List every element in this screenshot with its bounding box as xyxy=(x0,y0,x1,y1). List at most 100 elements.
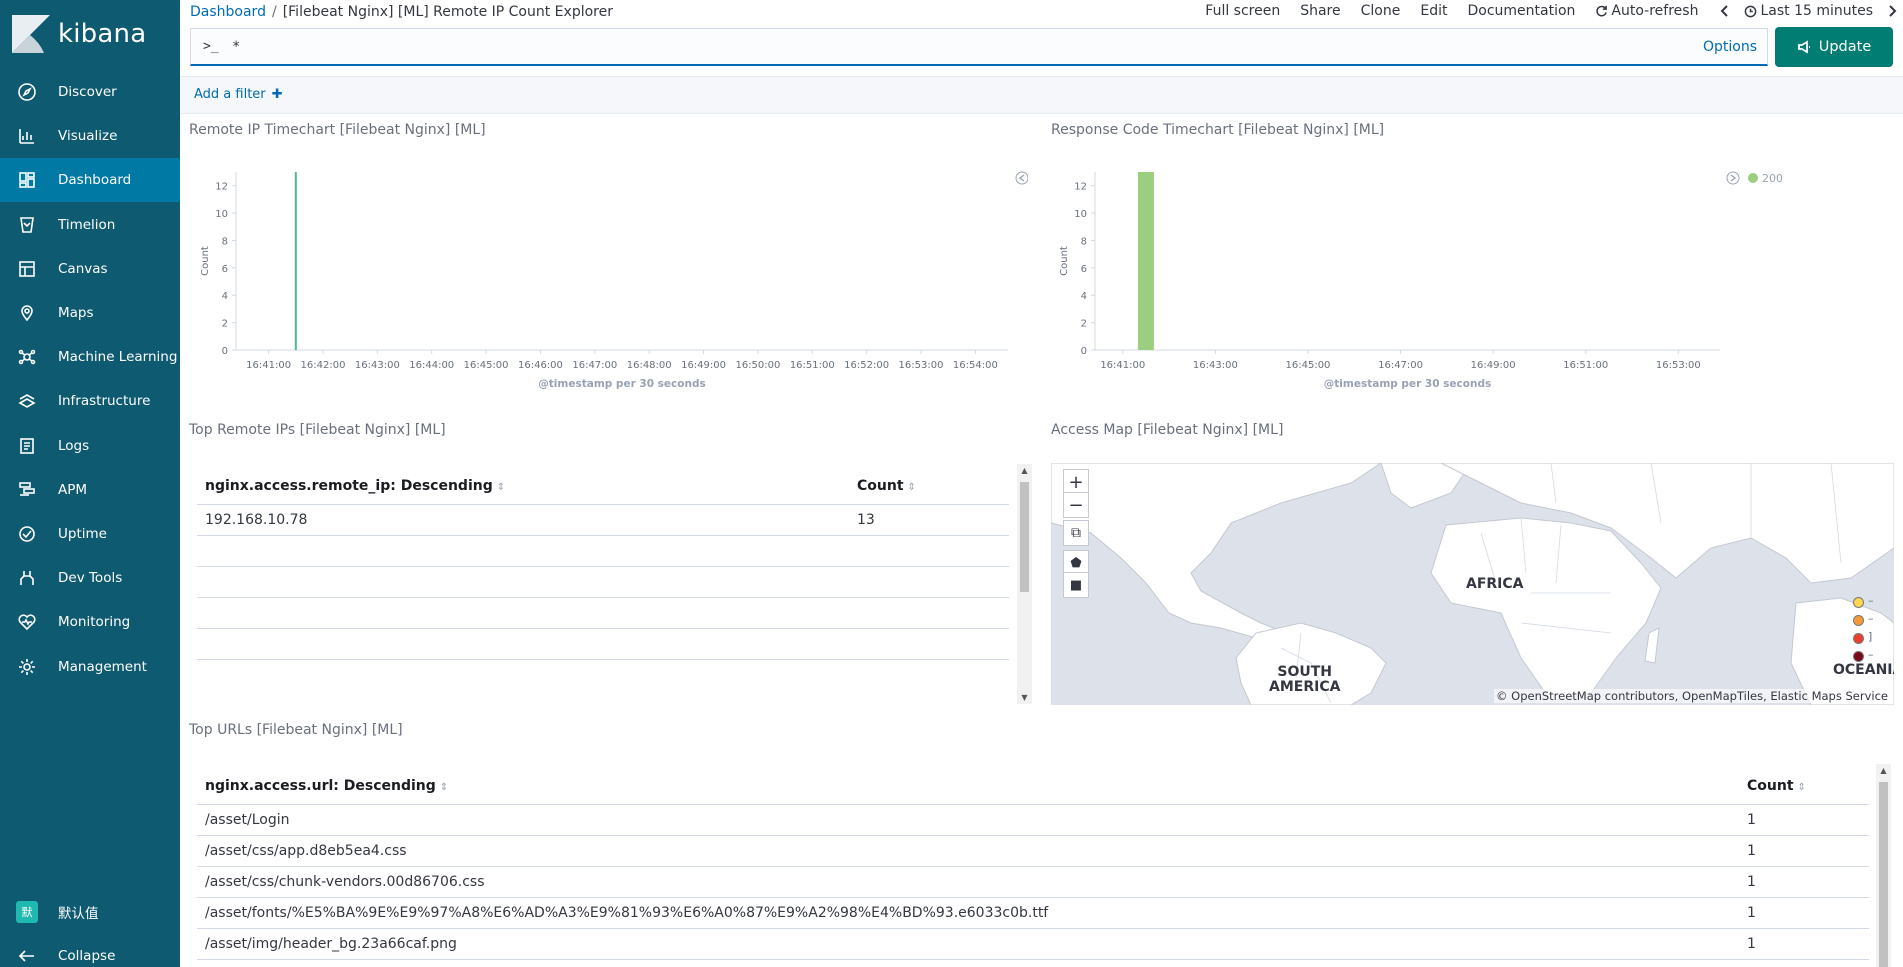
sidebar-item-canvas[interactable]: Canvas xyxy=(0,247,180,291)
breadcrumb: Dashboard / [Filebeat Nginx] [ML] Remote I… xyxy=(190,4,613,20)
share-button[interactable]: Share xyxy=(1300,3,1340,19)
top-urls-scrollbar[interactable]: ▲ xyxy=(1876,764,1891,967)
access-map[interactable]: + − ⧉ ⬟ ■ AFRICA SOUTH AMERICA OCEANIA –… xyxy=(1051,463,1894,705)
scroll-up-arrow[interactable]: ▲ xyxy=(1876,766,1891,775)
table-cell: 1 xyxy=(1747,905,1756,921)
machine-learning-icon xyxy=(16,346,38,368)
legend-toggle-icon xyxy=(1726,171,1740,185)
sort-icon: ⇕ xyxy=(439,781,449,793)
table-cell: 13 xyxy=(857,512,875,528)
map-label-oceania: OCEANIA xyxy=(1833,662,1894,678)
legend-swatch xyxy=(1853,651,1864,662)
column-header[interactable]: Count ⇕ xyxy=(849,478,1009,494)
apm-icon xyxy=(16,479,38,501)
sidebar-item-timelion[interactable]: Timelion xyxy=(0,203,180,247)
zoom-out-button[interactable]: − xyxy=(1063,492,1089,518)
column-header[interactable]: nginx.access.remote_ip: Descending ⇕ xyxy=(197,478,849,494)
query-language-prompt[interactable]: >_ xyxy=(203,39,219,54)
sidebar-item-logs[interactable]: Logs xyxy=(0,424,180,468)
legend-value: ] xyxy=(1868,630,1873,643)
query-options-button[interactable]: Options xyxy=(1703,39,1757,55)
column-header[interactable]: nginx.access.url: Descending ⇕ xyxy=(197,778,1739,794)
y-tick-label: 6 xyxy=(1081,264,1087,275)
time-back-button[interactable] xyxy=(1718,4,1732,18)
scroll-thumb[interactable] xyxy=(1020,482,1029,592)
x-tick-label: 16:53:00 xyxy=(1656,360,1701,371)
full-screen-button[interactable]: Full screen xyxy=(1205,3,1280,19)
scroll-thumb[interactable] xyxy=(1879,782,1888,967)
x-tick-label: 16:48:00 xyxy=(627,360,672,371)
user-menu[interactable]: 默 默认值 xyxy=(0,890,180,934)
top-remote-ips-scrollbar[interactable]: ▲ ▼ xyxy=(1017,464,1032,704)
draw-rectangle-button[interactable]: ■ xyxy=(1063,572,1089,598)
clone-button[interactable]: Clone xyxy=(1361,3,1401,19)
sidebar-item-dashboard[interactable]: Dashboard xyxy=(0,158,180,203)
column-header-label: Count xyxy=(857,477,904,494)
table-row[interactable]: /asset/Login 1 xyxy=(197,805,1869,836)
refresh-icon xyxy=(1596,5,1608,16)
table-row[interactable]: /asset/css/chunk-vendors.00d86706.css 1 xyxy=(197,867,1869,898)
chevron-right-icon xyxy=(1889,5,1897,17)
sidebar-item-dev-tools[interactable]: Dev Tools xyxy=(0,556,180,600)
side-nav: kibana Discover Visualize Dashboard Timelio… xyxy=(0,0,180,967)
documentation-button[interactable]: Documentation xyxy=(1467,3,1575,19)
edit-button[interactable]: Edit xyxy=(1420,3,1447,19)
column-header-label: nginx.access.remote_ip: Descending xyxy=(205,477,493,494)
x-tick-label: 16:45:00 xyxy=(1286,360,1331,371)
sidebar-item-apm[interactable]: APM xyxy=(0,468,180,512)
x-tick-label: 16:51:00 xyxy=(790,360,835,371)
table-cell: 1 xyxy=(1747,874,1756,890)
add-filter-button[interactable]: Add a filter ✚ xyxy=(194,87,283,102)
breadcrumb-dashboard-link[interactable]: Dashboard xyxy=(190,4,266,20)
sidebar-item-monitoring[interactable]: Monitoring xyxy=(0,600,180,644)
x-tick-label: 16:47:00 xyxy=(572,360,617,371)
kibana-logo[interactable]: kibana xyxy=(10,12,170,56)
map-label-south-america: SOUTH AMERICA xyxy=(1269,664,1341,695)
polygon-icon: ⬟ xyxy=(1070,555,1082,571)
table-row[interactable]: /asset/img/header_bg.23a66caf.png 1 xyxy=(197,929,1869,960)
x-tick-label: 16:50:00 xyxy=(735,360,780,371)
breadcrumb-current: [Filebeat Nginx] [ML] Remote IP Count Ex… xyxy=(282,4,613,20)
chevron-right-icon xyxy=(1730,174,1737,182)
x-tick-label: 16:42:00 xyxy=(301,360,346,371)
column-header[interactable]: Count ⇕ xyxy=(1739,778,1869,794)
fit-bounds-button[interactable]: ⧉ xyxy=(1063,520,1089,546)
sidebar-item-label: Visualize xyxy=(58,128,118,145)
chart-bar xyxy=(294,172,297,350)
auto-refresh-button[interactable]: Auto-refresh xyxy=(1595,3,1698,19)
kibana-logo-icon xyxy=(12,15,50,53)
sidebar-item-infrastructure[interactable]: Infrastructure xyxy=(0,379,180,423)
sidebar-item-management[interactable]: Management xyxy=(0,645,180,689)
table-row[interactable]: /asset/fonts/%E5%BA%9E%E9%97%A8%E6%AD%A3… xyxy=(197,898,1869,929)
sidebar-item-discover[interactable]: Discover xyxy=(0,70,180,114)
response-code-timechart-svg: 0 2 4 6 8 10 12 Count 16:41:00 16:43:00 16:45:00 16… xyxy=(1059,171,1783,390)
sidebar-item-maps[interactable]: Maps xyxy=(0,291,180,335)
column-header-label: Count xyxy=(1747,777,1794,794)
query-input[interactable] xyxy=(232,38,1533,55)
y-tick-label: 12 xyxy=(215,182,228,193)
collapse-button[interactable]: Collapse xyxy=(0,934,180,967)
map-attribution[interactable]: © OpenStreetMap contributors, OpenMapTil… xyxy=(1493,689,1890,703)
legend-swatch xyxy=(1853,633,1864,644)
filter-bar: Add a filter ✚ xyxy=(180,76,1903,114)
table-cell: /asset/css/app.d8eb5ea4.css xyxy=(205,843,407,859)
sidebar-item-machine-learning[interactable]: Machine Learning xyxy=(0,335,180,379)
time-picker-button[interactable]: Last 15 minutes xyxy=(1744,3,1873,19)
x-tick-label: 16:45:00 xyxy=(464,360,509,371)
top-remote-ips-title: Top Remote IPs [Filebeat Nginx] [ML] xyxy=(189,422,446,438)
sidebar-item-uptime[interactable]: Uptime xyxy=(0,512,180,556)
update-button[interactable]: Update xyxy=(1775,27,1893,67)
x-tick-label: 16:51:00 xyxy=(1563,360,1608,371)
sidebar-item-visualize[interactable]: Visualize xyxy=(0,114,180,158)
scroll-down-arrow[interactable]: ▼ xyxy=(1017,693,1032,702)
table-row[interactable]: 192.168.10.78 13 xyxy=(197,505,1009,536)
time-forward-button[interactable] xyxy=(1885,4,1899,18)
timelion-icon xyxy=(16,214,38,236)
scroll-up-arrow[interactable]: ▲ xyxy=(1017,466,1032,475)
rectangle-icon: ■ xyxy=(1069,577,1083,593)
north-america-shape xyxy=(1051,463,1382,639)
clock-icon xyxy=(1745,5,1757,17)
table-row[interactable]: /asset/css/app.d8eb5ea4.css 1 xyxy=(197,836,1869,867)
update-icon xyxy=(1797,40,1810,54)
crop-icon: ⧉ xyxy=(1071,525,1081,541)
